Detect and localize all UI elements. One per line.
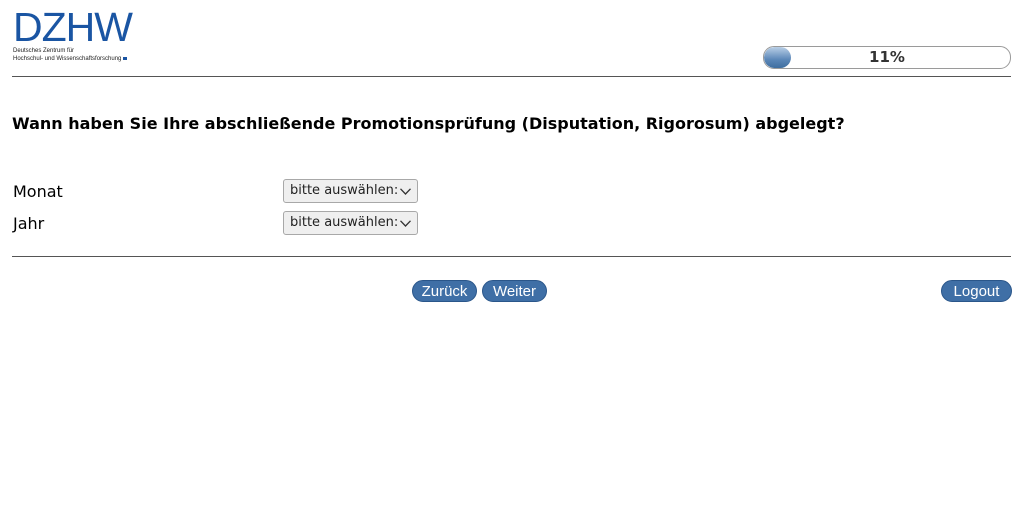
header-divider: [12, 76, 1011, 77]
progress-bar: 11%: [763, 46, 1011, 69]
footer-divider: [12, 256, 1011, 257]
month-select[interactable]: bitte auswählen:: [283, 179, 418, 203]
progress-label: 11%: [869, 48, 905, 66]
month-select-value: bitte auswählen:: [290, 183, 399, 198]
logout-button[interactable]: Logout: [941, 280, 1012, 302]
chevron-down-icon: [400, 220, 411, 227]
dzhw-logo: DZHW Deutsches Zentrum für Hochschul- un…: [13, 4, 148, 67]
back-button[interactable]: Zurück: [412, 280, 477, 302]
month-label: Monat: [13, 182, 63, 201]
chevron-down-icon: [400, 188, 411, 195]
year-select-value: bitte auswählen:: [290, 215, 399, 230]
next-button[interactable]: Weiter: [482, 280, 547, 302]
year-select[interactable]: bitte auswählen:: [283, 211, 418, 235]
logo-dot: [123, 56, 128, 60]
logo-wordmark: DZHW: [13, 4, 133, 50]
logo-subtitle-line2: Hochschul- und Wissenschaftsforschung: [13, 56, 122, 62]
question-text: Wann haben Sie Ihre abschließende Promot…: [12, 114, 845, 133]
year-label: Jahr: [13, 214, 45, 233]
